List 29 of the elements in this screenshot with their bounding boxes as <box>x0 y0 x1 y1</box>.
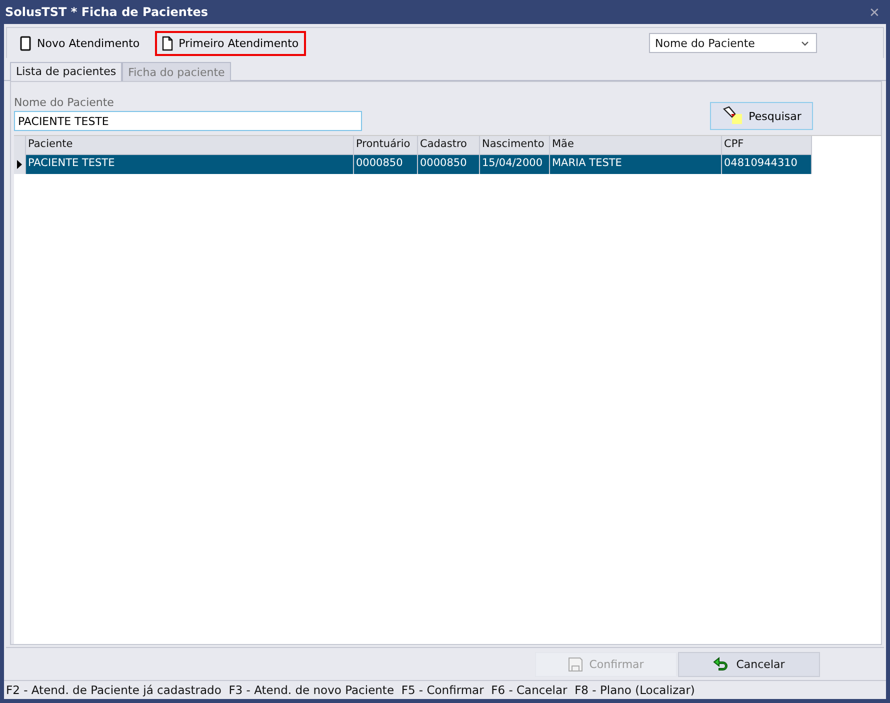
column-header[interactable]: Prontuário <box>354 136 418 155</box>
tab[interactable]: Lista de pacientes <box>10 62 122 81</box>
table-cell: 0000850 <box>418 155 480 174</box>
column-header[interactable]: Mãe <box>550 136 722 155</box>
document-icon <box>20 36 31 50</box>
field-label: Nome do Paciente <box>14 96 115 109</box>
table-row[interactable]: PACIENTE TESTE 0000850 0000850 15/04/2000 MARIA TESTE 04810944310 <box>14 155 881 174</box>
column-header[interactable]: Nascimento <box>480 136 550 155</box>
column-header[interactable]: Cadastro <box>418 136 480 155</box>
table-cell: 04810944310 <box>722 155 812 174</box>
table-cell: 15/04/2000 <box>480 155 550 174</box>
search-button[interactable]: Pesquisar <box>710 102 813 130</box>
column-header[interactable]: CPF <box>722 136 812 155</box>
undo-arrow-icon <box>713 657 730 671</box>
window-title: SolusTST * Ficha de Pacientes <box>4 5 208 19</box>
table-cell: 0000850 <box>354 155 418 174</box>
action-button[interactable]: Cancelar <box>678 652 820 676</box>
toolbar-button[interactable]: Novo Atendimento <box>13 30 147 56</box>
row-pointer-icon <box>17 160 22 169</box>
table-cell: PACIENTE TESTE <box>26 155 354 174</box>
input-field[interactable]: PACIENTE TESTE <box>14 111 362 131</box>
status-bar: F2 - Atend. de Paciente já cadastrado F3 - Atend. de novo Paciente F5 - Confirmar F6 - Cancelar F8 - Plano (Localizar) <box>4 680 886 699</box>
search-by-dropdown[interactable]: Nome do Paciente <box>649 33 817 53</box>
close-button[interactable]: ✕ <box>863 4 886 20</box>
document-icon <box>162 36 173 50</box>
column-header[interactable]: Paciente <box>26 136 354 155</box>
chevron-down-icon <box>801 40 809 46</box>
toolbar-button[interactable]: Primeiro Atendimento <box>154 30 306 56</box>
table-cell: MARIA TESTE <box>550 155 722 174</box>
